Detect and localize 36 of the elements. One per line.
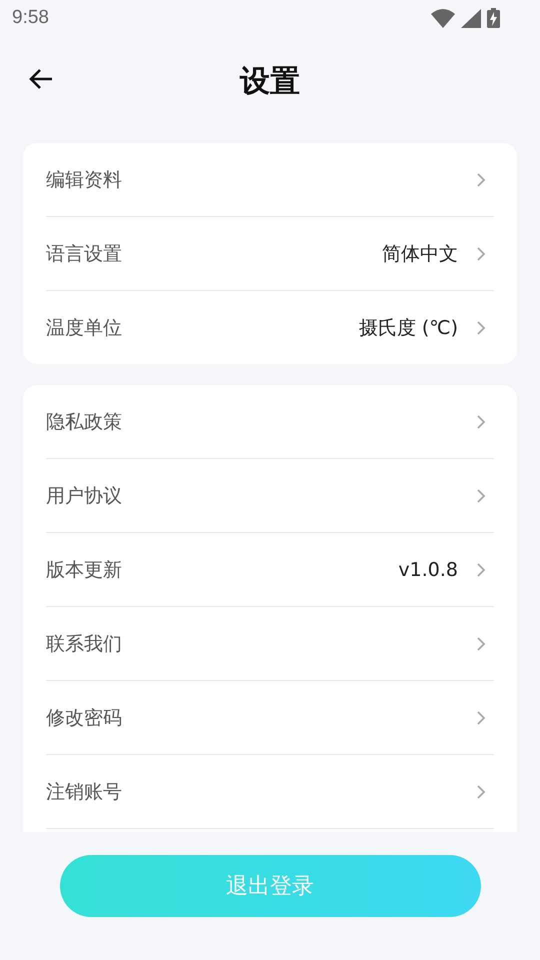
wifi-icon — [431, 8, 455, 28]
settings-row[interactable]: 隐私政策 — [46, 385, 494, 459]
row-label: 语言设置 — [46, 242, 123, 266]
chevron-icon — [476, 246, 486, 262]
row-value: 摄氏度 (℃) — [358, 316, 458, 340]
chevron-icon — [476, 414, 486, 430]
settings-row[interactable]: 用户协议 — [46, 459, 494, 533]
row-label: 温度单位 — [46, 316, 123, 340]
row-label: 用户协议 — [46, 484, 123, 508]
chevron-icon — [476, 784, 486, 800]
settings-row[interactable]: 温度单位 摄氏度 (℃) — [46, 291, 494, 364]
row-value: v1.0.8 — [398, 558, 458, 580]
chevron-icon — [476, 488, 486, 504]
page-title: 设置 — [240, 62, 300, 100]
settings-row[interactable]: 语言设置 简体中文 — [46, 217, 494, 291]
settings-row[interactable]: 联系我们 — [46, 607, 494, 681]
settings-row[interactable]: 版本更新 v1.0.8 — [46, 533, 494, 607]
chevron-icon — [476, 562, 486, 578]
chevron-icon — [476, 172, 486, 188]
chevron-icon — [476, 636, 486, 652]
row-value: 简体中文 — [382, 242, 458, 266]
chevron-icon — [476, 320, 486, 336]
row-label: 联系我们 — [46, 632, 123, 656]
chevron-icon — [476, 710, 486, 726]
battery-icon — [487, 8, 500, 28]
row-label: 注销账号 — [46, 780, 123, 804]
row-label: 版本更新 — [46, 558, 123, 582]
signal-icon — [461, 8, 481, 28]
settings-row[interactable]: 编辑资料 — [46, 143, 494, 217]
settings-row[interactable]: 修改密码 — [46, 681, 494, 755]
row-label: 隐私政策 — [46, 410, 123, 434]
row-label: 修改密码 — [46, 706, 123, 730]
row-label: 编辑资料 — [46, 168, 123, 192]
back-arrow-icon — [28, 68, 54, 90]
settings-row[interactable]: 注销账号 — [46, 755, 494, 829]
status-time: 9:58 — [12, 7, 49, 29]
